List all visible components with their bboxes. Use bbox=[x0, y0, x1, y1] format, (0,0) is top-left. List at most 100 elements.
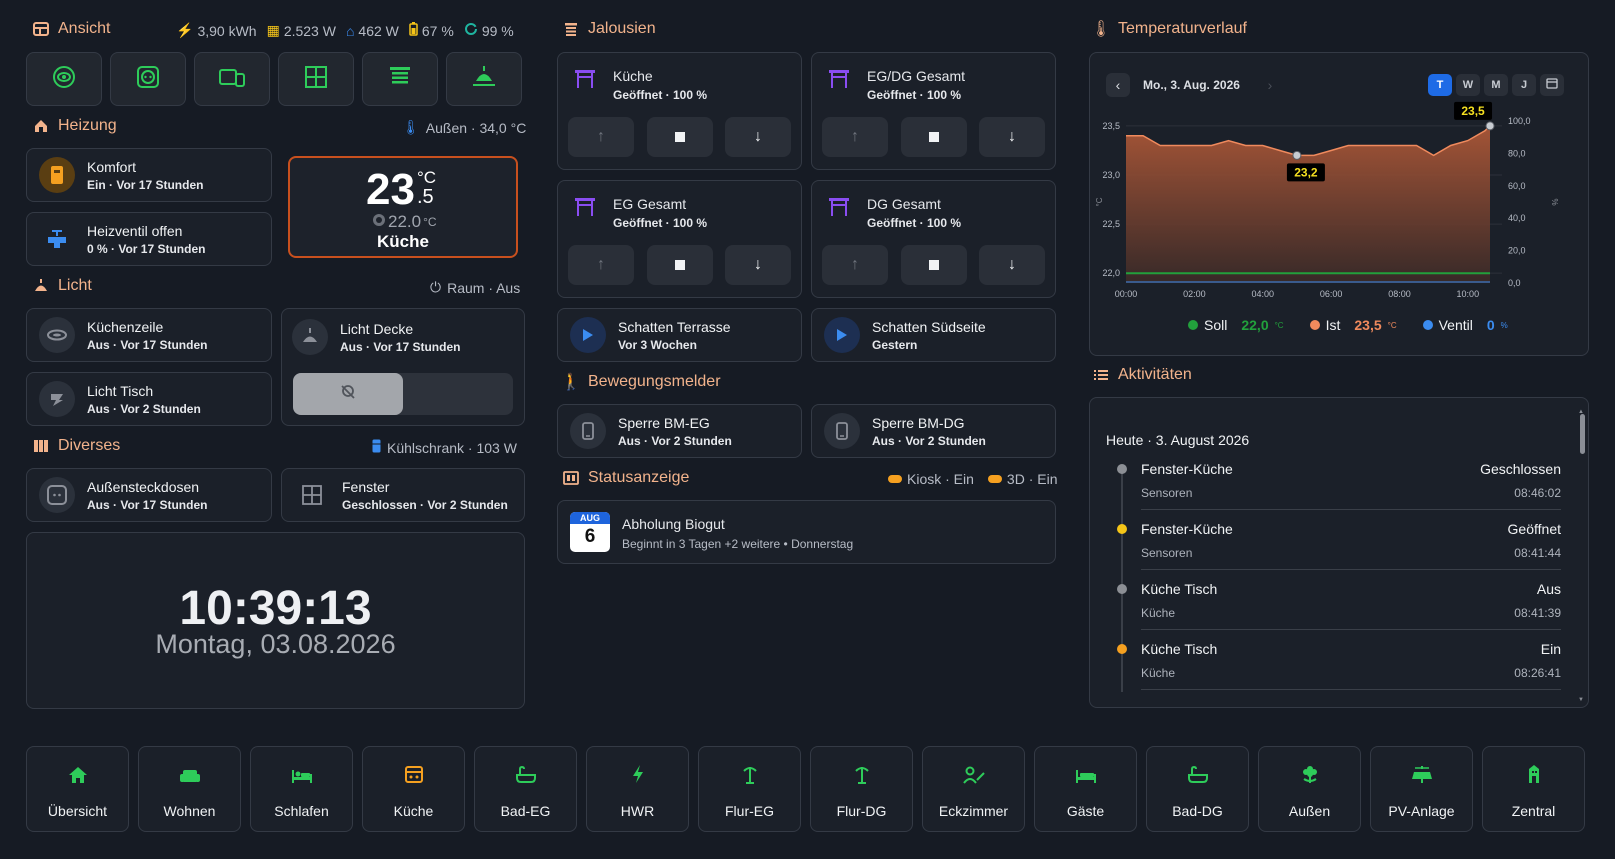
outside-temperature: 🌡 Außen · 34,0 °C bbox=[402, 119, 527, 136]
ceiling-lamp-icon bbox=[471, 65, 497, 94]
view-button-window[interactable] bbox=[278, 52, 354, 106]
event-title: Abholung Biogut bbox=[622, 516, 725, 532]
view-button-devices[interactable] bbox=[194, 52, 270, 106]
scroll-down-arrow[interactable]: ▼ bbox=[1578, 697, 1584, 703]
lightning-icon bbox=[631, 764, 645, 789]
valve-icon bbox=[39, 221, 75, 257]
entity-name: DG Gesamt bbox=[867, 196, 941, 212]
activity-item[interactable]: Küche Tisch Aus Küche 08:41:39 bbox=[1141, 581, 1561, 620]
blind-up-button[interactable]: ↑ bbox=[822, 245, 888, 285]
stat-solar: ▦ 2.523 W bbox=[266, 22, 336, 39]
calendar-event-card[interactable]: AUG 6 Abholung Biogut Beginnt in 3 Tagen… bbox=[557, 500, 1056, 564]
section-misc-header: Diverses bbox=[32, 437, 120, 455]
entity-state: Gestern bbox=[872, 337, 918, 352]
comfort-mode[interactable]: Komfort Ein · Vor 17 Stunden bbox=[26, 148, 272, 202]
nav-central[interactable]: Zentral bbox=[1482, 746, 1585, 832]
threed-toggle[interactable]: 3D · Ein bbox=[987, 471, 1058, 487]
section-title: Jalousien bbox=[588, 20, 656, 37]
blind-up-button[interactable]: ↑ bbox=[568, 245, 634, 285]
window-shutter-icon bbox=[574, 197, 596, 222]
blind-down-button[interactable]: ↓ bbox=[979, 117, 1045, 157]
blind-up-button[interactable]: ↑ bbox=[568, 117, 634, 157]
light-ceiling-card[interactable]: Licht Decke Aus · Vor 17 Stunden bbox=[281, 308, 525, 426]
entity-state: Geöffnet · 100 % bbox=[867, 216, 962, 230]
nav-corner-room[interactable]: Eckzimmer bbox=[922, 746, 1025, 832]
solar-energy-icon: ⚡ bbox=[176, 22, 194, 38]
section-title: Bewegungsmelder bbox=[588, 373, 721, 390]
blind-down-button[interactable]: ↓ bbox=[979, 245, 1045, 285]
phone-icon bbox=[570, 413, 606, 449]
stove-icon bbox=[404, 764, 424, 789]
entity-name: EG/DG Gesamt bbox=[867, 68, 966, 84]
window-sensor[interactable]: Fenster Geschlossen · Vor 2 Stunden bbox=[281, 468, 525, 522]
slider-fill[interactable] bbox=[293, 373, 403, 415]
nav-hall-dg[interactable]: Flur-DG bbox=[810, 746, 913, 832]
scrollbar-thumb[interactable] bbox=[1580, 414, 1585, 454]
x-tick-label: 10:00 bbox=[1457, 289, 1480, 299]
bathtub-icon bbox=[1187, 765, 1209, 789]
entity-state: Aus · Vor 2 Stunden bbox=[618, 433, 732, 448]
annotation-label: 23,2 bbox=[1294, 165, 1318, 179]
blind-stop-button[interactable] bbox=[901, 117, 967, 157]
nav-hall-eg[interactable]: Flur-EG bbox=[698, 746, 801, 832]
arrow-up-icon: ↑ bbox=[597, 256, 605, 273]
light-table[interactable]: Licht Tisch Aus · Vor 2 Stunden bbox=[26, 372, 272, 426]
scene-shade-south[interactable]: Schatten Südseite Gestern bbox=[811, 308, 1056, 362]
heating-valve[interactable]: Heizventil offen 0 % · Vor 17 Stunden bbox=[26, 212, 272, 266]
view-button-lamp[interactable] bbox=[446, 52, 522, 106]
ring-progress-icon bbox=[464, 22, 478, 39]
blind-card-dg[interactable]: DG Gesamt Geöffnet · 100 % ↑ ↓ bbox=[811, 180, 1056, 298]
nav-bath-eg[interactable]: Bad-EG bbox=[474, 746, 577, 832]
entity-state: Geschlossen · Vor 2 Stunden bbox=[342, 497, 508, 512]
nav-living[interactable]: Wohnen bbox=[138, 746, 241, 832]
toggle-icon bbox=[987, 475, 1002, 483]
misc-icon bbox=[32, 437, 50, 455]
bathtub-icon bbox=[515, 765, 537, 789]
entity-state: Geöffnet · 100 % bbox=[613, 216, 708, 230]
window-icon bbox=[294, 477, 330, 513]
entity-name: Küchenzeile bbox=[87, 318, 164, 335]
blind-stop-button[interactable] bbox=[901, 245, 967, 285]
light-kitchen-row[interactable]: Küchenzeile Aus · Vor 17 Stunden bbox=[26, 308, 272, 362]
nav-outside[interactable]: Außen bbox=[1258, 746, 1361, 832]
blind-stop-button[interactable] bbox=[647, 245, 713, 285]
entity-name: EG Gesamt bbox=[613, 196, 687, 212]
y-axis-label: °C bbox=[1095, 197, 1104, 206]
section-title: Aktivitäten bbox=[1118, 366, 1192, 383]
y2-tick-label: 20,0 bbox=[1508, 246, 1526, 256]
motion-lock-eg[interactable]: Sperre BM-EG Aus · Vor 2 Stunden bbox=[557, 404, 802, 458]
blind-down-button[interactable]: ↓ bbox=[725, 245, 791, 285]
thermostat-card[interactable]: 23 °C .5 22.0 °C Küche bbox=[288, 156, 518, 258]
scene-shade-terrace[interactable]: Schatten Terrasse Vor 3 Wochen bbox=[557, 308, 802, 362]
stop-icon bbox=[929, 260, 939, 270]
brightness-slider[interactable] bbox=[293, 373, 513, 415]
legend-item-soll: Soll 22,0 °C bbox=[1188, 317, 1284, 333]
view-button-socket[interactable] bbox=[110, 52, 186, 106]
nav-guests[interactable]: Gäste bbox=[1034, 746, 1137, 832]
nav-bath-dg[interactable]: Bad-DG bbox=[1146, 746, 1249, 832]
battery-icon bbox=[409, 22, 418, 39]
view-button-eye[interactable] bbox=[26, 52, 102, 106]
nav-sleeping[interactable]: Schlafen bbox=[250, 746, 353, 832]
scroll-up-arrow[interactable]: ▲ bbox=[1578, 409, 1584, 415]
section-heating-header: Heizung bbox=[32, 117, 117, 135]
kiosk-toggle[interactable]: Kiosk · Ein bbox=[888, 471, 974, 487]
nav-pv[interactable]: PV-Anlage bbox=[1370, 746, 1473, 832]
motion-lock-dg[interactable]: Sperre BM-DG Aus · Vor 2 Stunden bbox=[811, 404, 1056, 458]
activity-item[interactable]: Fenster-Küche Geöffnet Sensoren 08:41:44 bbox=[1141, 521, 1561, 560]
blind-card-eg[interactable]: EG Gesamt Geöffnet · 100 % ↑ ↓ bbox=[557, 180, 802, 298]
blind-stop-button[interactable] bbox=[647, 117, 713, 157]
nav-hwr[interactable]: HWR bbox=[586, 746, 689, 832]
blind-card-kueche[interactable]: Küche Geöffnet · 100 % ↑ ↓ bbox=[557, 52, 802, 170]
nav-kitchen[interactable]: Küche bbox=[362, 746, 465, 832]
view-button-blinds[interactable] bbox=[362, 52, 438, 106]
blind-down-button[interactable]: ↓ bbox=[725, 117, 791, 157]
activity-item[interactable]: Küche Tisch Ein Küche 08:26:41 bbox=[1141, 641, 1561, 680]
activity-item[interactable]: Fenster-Küche Geschlossen Sensoren 08:46:0… bbox=[1141, 461, 1561, 500]
nav-overview[interactable]: Übersicht bbox=[26, 746, 129, 832]
blind-up-button[interactable]: ↑ bbox=[822, 117, 888, 157]
outdoor-sockets[interactable]: Außensteckdosen Aus · Vor 17 Stunden bbox=[26, 468, 272, 522]
annotation-point bbox=[1485, 121, 1495, 131]
motion-sensor-icon: 🚶 bbox=[561, 374, 581, 391]
blind-card-egdg[interactable]: EG/DG Gesamt Geöffnet · 100 % ↑ ↓ bbox=[811, 52, 1056, 170]
